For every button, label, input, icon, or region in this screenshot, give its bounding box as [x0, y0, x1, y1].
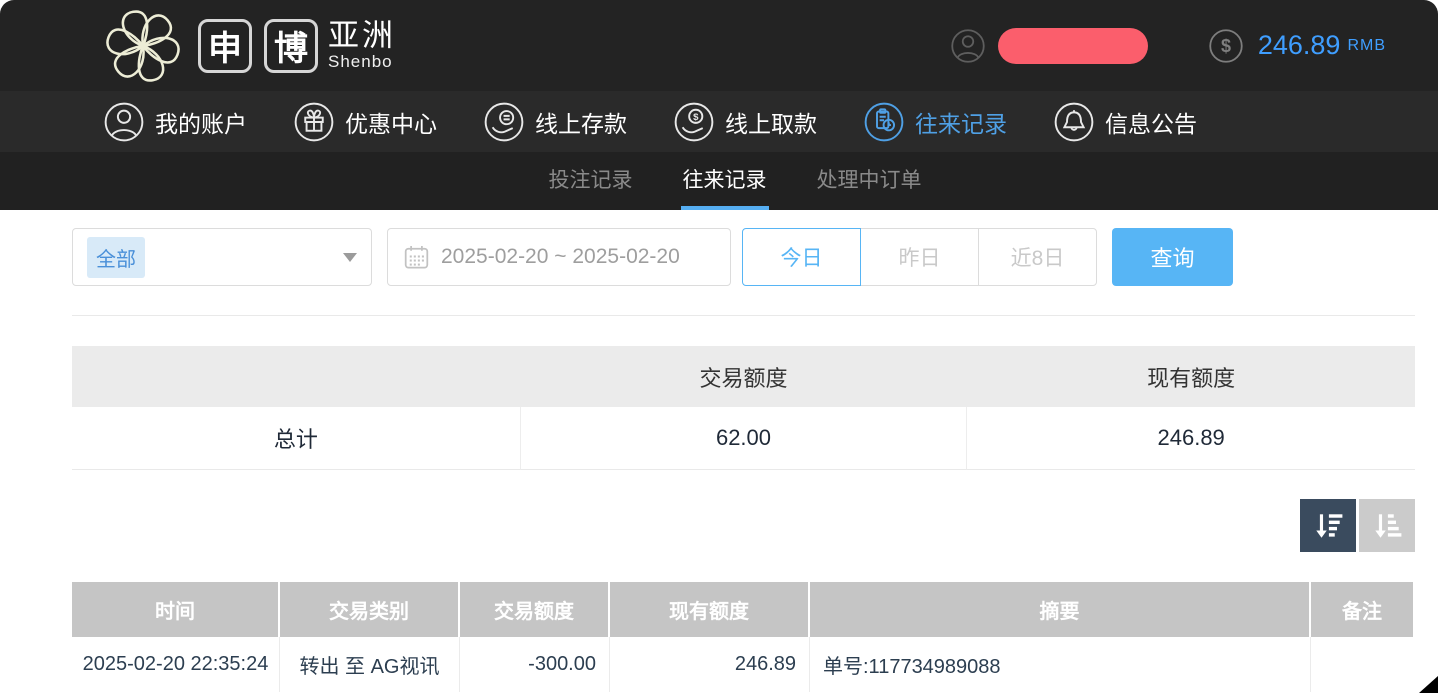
records-header-note: 备注 [1311, 582, 1415, 637]
flower-logo-icon [100, 3, 186, 89]
nav-item-online-deposit[interactable]: 线上存款 [483, 101, 627, 143]
records-subnav: 投注记录 往来记录 处理中订单 [0, 152, 1438, 210]
records-header-balance: 现有额度 [610, 582, 810, 637]
logo-char-box: 博 [264, 19, 318, 73]
brand-region-label: 亚洲 [328, 20, 396, 53]
sort-controls [72, 499, 1415, 552]
bell-icon [1053, 101, 1095, 143]
nav-item-label: 我的账户 [155, 105, 247, 139]
nav-item-announcements[interactable]: 信息公告 [1053, 101, 1197, 143]
chevron-down-icon [343, 253, 357, 262]
transaction-type-select[interactable]: 全部 [72, 228, 372, 286]
nav-item-label: 信息公告 [1105, 105, 1197, 139]
summary-header-empty [72, 346, 520, 407]
sort-descending-button[interactable] [1300, 499, 1356, 552]
summary-header-transaction: 交易额度 [520, 346, 968, 407]
sort-ascending-button[interactable] [1359, 499, 1415, 552]
date-range-value: 2025-02-20 ~ 2025-02-20 [441, 245, 680, 269]
svg-text:$: $ [693, 111, 699, 122]
nav-item-transaction-records[interactable]: 往来记录 [863, 101, 1007, 143]
last-8-days-button[interactable]: 近8日 [978, 228, 1097, 286]
records-header-type: 交易类别 [280, 582, 460, 637]
user-circle-icon [103, 101, 145, 143]
selected-type-chip: 全部 [87, 237, 145, 278]
balance-currency: RMB [1347, 37, 1386, 55]
summary-header-balance: 现有额度 [967, 346, 1415, 407]
brand-english-label: Shenbo [328, 53, 396, 71]
record-summary-cell: 单号:117734989088 [810, 637, 1311, 692]
tab-label: 往来记录 [683, 164, 767, 194]
today-button[interactable]: 今日 [742, 228, 861, 286]
nav-item-label: 往来记录 [915, 105, 1007, 139]
record-type-cell: 转出 至 AG视讯 [280, 637, 460, 692]
tab-processing-orders[interactable]: 处理中订单 [815, 152, 924, 210]
yesterday-button-label: 昨日 [899, 242, 941, 272]
record-amount-cell: -300.00 [460, 637, 610, 692]
nav-item-online-withdrawal[interactable]: $ 线上取款 [673, 101, 817, 143]
record-note-cell [1311, 637, 1415, 692]
quick-date-button-group: 今日 昨日 近8日 [742, 228, 1097, 286]
records-header-summary: 摘要 [810, 582, 1311, 637]
nav-item-my-account[interactable]: 我的账户 [103, 101, 247, 143]
nav-item-label: 线上取款 [725, 105, 817, 139]
sort-ascending-icon [1369, 508, 1405, 544]
summary-table: 交易额度 现有额度 总计 62.00 246.89 [72, 346, 1415, 470]
balance-amount: 246.89 [1258, 30, 1341, 61]
record-time-cell: 2025-02-20 22:35:24 [72, 637, 280, 692]
section-divider [72, 315, 1415, 316]
tab-label: 处理中订单 [817, 164, 922, 194]
sort-descending-icon [1310, 508, 1346, 544]
summary-total-label: 总计 [72, 407, 520, 470]
records-header-time: 时间 [72, 582, 280, 637]
svg-text:$: $ [1221, 36, 1231, 56]
nav-item-promotions[interactable]: 优惠中心 [293, 101, 437, 143]
today-button-label: 今日 [781, 242, 823, 272]
brand-logo[interactable]: 申 博 亚洲 Shenbo [100, 3, 396, 89]
deposit-hand-coin-icon [483, 101, 525, 143]
brand-text: 亚洲 Shenbo [328, 20, 396, 70]
logo-char-box: 申 [198, 19, 252, 73]
username-redacted-pill[interactable] [998, 28, 1148, 64]
yesterday-button[interactable]: 昨日 [860, 228, 979, 286]
last-8-days-button-label: 近8日 [1011, 242, 1065, 272]
summary-total-transaction: 62.00 [520, 407, 968, 470]
main-navigation: 我的账户 优惠中心 线上存款 [0, 91, 1438, 152]
top-header: 申 博 亚洲 Shenbo $ 246.89 RMB [0, 0, 1438, 91]
summary-total-balance: 246.89 [967, 407, 1415, 470]
tab-transaction-records[interactable]: 往来记录 [681, 152, 769, 210]
header-account-area: $ 246.89 RMB [950, 28, 1386, 64]
withdraw-hand-coin-icon: $ [673, 101, 715, 143]
gift-icon [293, 101, 335, 143]
main-content: 全部 2025-02-20 ~ 2025-02-20 今日 [72, 228, 1415, 692]
search-button[interactable]: 查询 [1112, 228, 1233, 286]
cursor-artifact [1419, 676, 1438, 693]
nav-item-label: 优惠中心 [345, 105, 437, 139]
date-range-input[interactable]: 2025-02-20 ~ 2025-02-20 [387, 228, 731, 286]
page: 申 博 亚洲 Shenbo $ 246.89 RMB [0, 0, 1438, 693]
records-header-amount: 交易额度 [460, 582, 610, 637]
nav-item-label: 线上存款 [535, 105, 627, 139]
tab-label: 投注记录 [549, 164, 633, 194]
record-balance-cell: 246.89 [610, 637, 810, 692]
dollar-circle-icon: $ [1208, 28, 1244, 64]
filter-row: 全部 2025-02-20 ~ 2025-02-20 今日 [72, 228, 1415, 286]
records-table: 时间 交易类别 交易额度 现有额度 摘要 备注 2025-02-20 22:35… [72, 582, 1415, 692]
tab-betting-records[interactable]: 投注记录 [547, 152, 635, 210]
avatar-icon[interactable] [950, 28, 986, 64]
clipboard-clock-icon [863, 101, 905, 143]
calendar-icon [403, 244, 430, 271]
